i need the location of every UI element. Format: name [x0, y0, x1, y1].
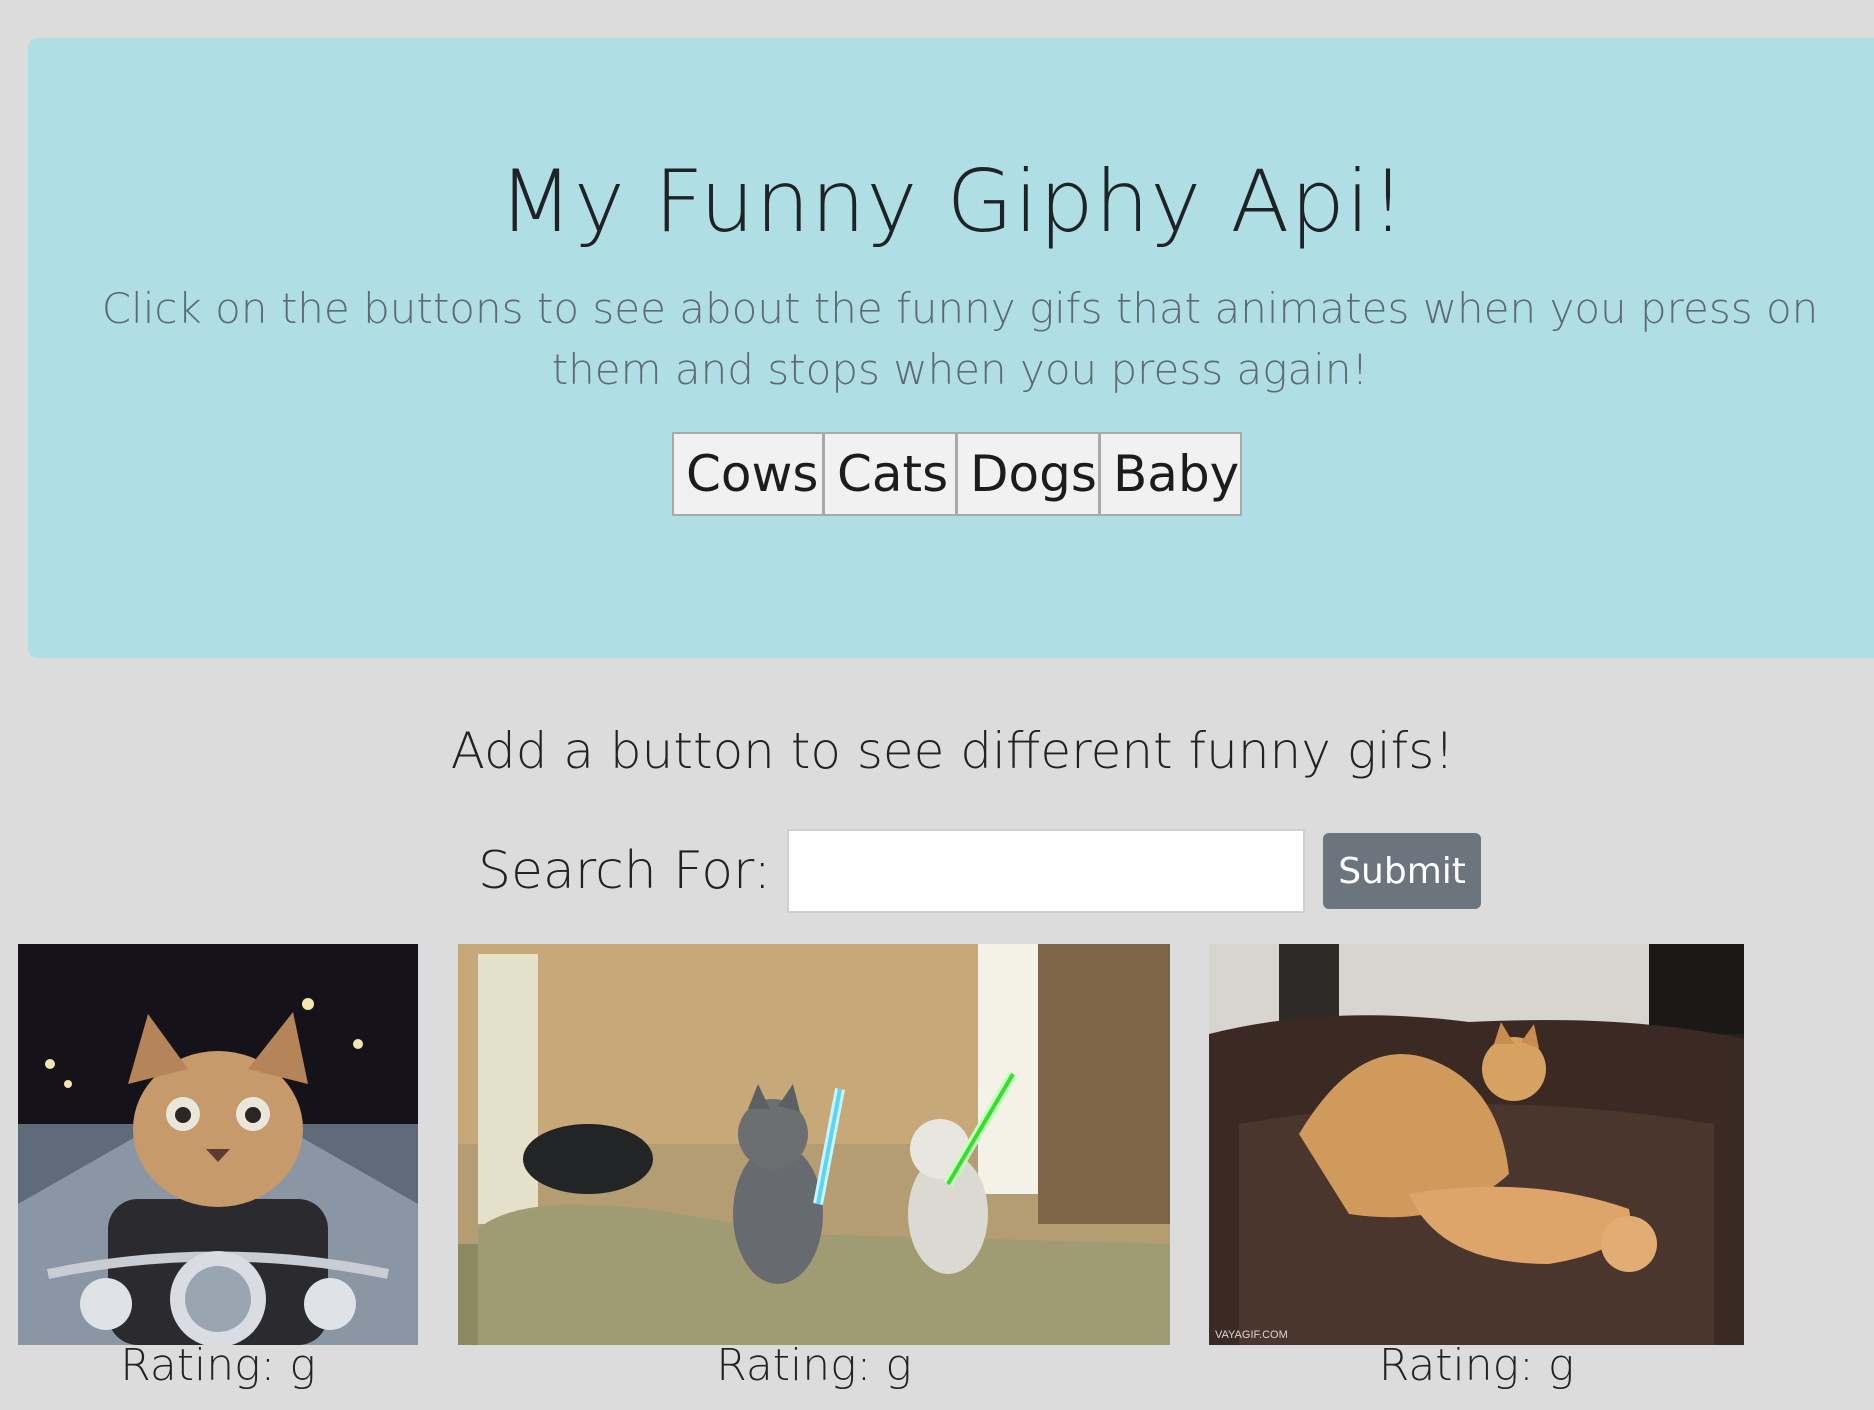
gif-image[interactable]: VAYAGIF.COM: [1209, 944, 1744, 1345]
topic-button-dogs[interactable]: Dogs: [956, 432, 1100, 516]
gif-rating: Rating: g: [120, 1340, 316, 1391]
search-label: Search For:: [478, 841, 772, 901]
search-input[interactable]: [787, 829, 1306, 913]
submit-button[interactable]: Submit: [1323, 833, 1482, 909]
topic-button-baby[interactable]: Baby: [1099, 432, 1242, 516]
page: My Funny Giphy Api! Click on the buttons…: [0, 0, 1874, 1410]
gif-rating: Rating: g: [1378, 1340, 1575, 1391]
topic-button-cats[interactable]: Cats: [823, 432, 957, 516]
gif-kitten-motorcycle: [18, 944, 418, 1345]
page-title: My Funny Giphy Api!: [498, 152, 1407, 252]
topic-button-cows[interactable]: Cows: [672, 432, 824, 516]
gif-cats-sofa: VAYAGIF.COM: [1209, 944, 1744, 1345]
search-form: Search For: Submit: [478, 827, 1482, 915]
gif-rating: Rating: g: [716, 1340, 912, 1391]
gif-kittens-lightsabers: [458, 944, 1170, 1345]
add-button-heading: Add a button to see different funny gifs…: [450, 722, 1455, 780]
topic-button-group: Cows Cats Dogs Baby: [672, 432, 1242, 516]
gif-image[interactable]: [18, 944, 418, 1345]
gif-image[interactable]: [458, 944, 1170, 1345]
page-subtitle: Click on the buttons to see about the fu…: [101, 284, 1819, 394]
